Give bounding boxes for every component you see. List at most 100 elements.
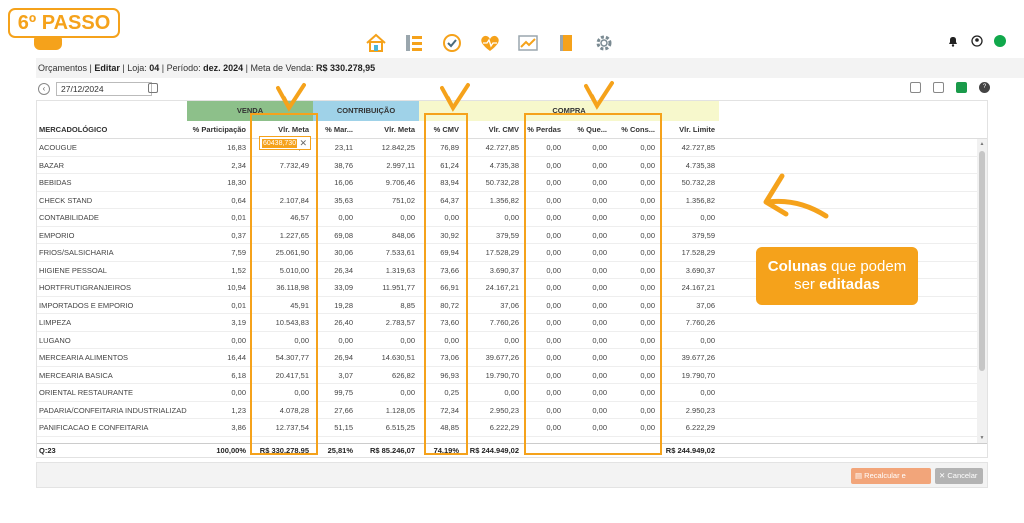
cell-vlr-meta[interactable]: 1.227,65	[250, 227, 313, 244]
cell-consumo[interactable]: 0,00	[611, 402, 659, 419]
cell-cmv[interactable]: 73,60	[419, 314, 463, 331]
cell-perdas[interactable]: 0,00	[523, 174, 565, 191]
cell-consumo[interactable]: 0,00	[611, 349, 659, 366]
check-circle-icon[interactable]	[440, 31, 464, 55]
list-icon[interactable]	[933, 82, 944, 93]
cell-quebras[interactable]: 0,00	[565, 314, 611, 331]
cell-quebras[interactable]: 0,00	[565, 227, 611, 244]
cell-quebras[interactable]: 0,00	[565, 384, 611, 401]
cancel-button[interactable]: ✕ Cancelar	[935, 468, 983, 484]
cell-vlr-meta[interactable]: 45,91	[250, 297, 313, 314]
cell-vlr-meta[interactable]	[250, 174, 313, 191]
cell-perdas[interactable]: 0,00	[523, 402, 565, 419]
cell-cmv[interactable]: 30,92	[419, 227, 463, 244]
column-header-participacao[interactable]: % Participação	[187, 121, 250, 139]
calendar-icon[interactable]	[148, 83, 158, 93]
cell-consumo[interactable]: 0,00	[611, 139, 659, 156]
date-input[interactable]: 27/12/2024	[56, 82, 152, 96]
cell-consumo[interactable]: 0,00	[611, 192, 659, 209]
cell-perdas[interactable]: 0,00	[523, 139, 565, 156]
gear-icon[interactable]	[592, 31, 616, 55]
cell-consumo[interactable]: 0,00	[611, 384, 659, 401]
cell-perdas[interactable]: 0,00	[523, 314, 565, 331]
cell-cmv[interactable]: 0,25	[419, 384, 463, 401]
recalculate-save-button[interactable]: ▤ Recalcular e Salvar	[851, 468, 931, 496]
clear-icon[interactable]: ✕	[299, 137, 307, 149]
calendar-icon[interactable]	[910, 82, 921, 93]
cell-cmv[interactable]: 76,89	[419, 139, 463, 156]
cell-perdas[interactable]: 0,00	[523, 384, 565, 401]
table-row[interactable]: PADARIA/CONFEITARIA INDUSTRIALIZADO 1,23 4…	[37, 402, 977, 419]
cell-vlr-meta[interactable]: 36.118,98	[250, 279, 313, 296]
cell-consumo[interactable]: 0,00	[611, 262, 659, 279]
cell-quebras[interactable]: 0,00	[565, 244, 611, 261]
column-header-mercadologico[interactable]: MERCADOLÓGICO	[37, 121, 187, 139]
table-row[interactable]: PANIFICACAO E CONFEITARIA 3,86 12.737,54 51…	[37, 419, 977, 437]
table-row[interactable]: EMPORIO 0,37 1.227,65 69,08 848,06 30,92 379,5…	[37, 227, 977, 244]
cell-quebras[interactable]: 0,00	[565, 174, 611, 191]
cell-perdas[interactable]: 0,00	[523, 279, 565, 296]
cell-quebras[interactable]: 0,00	[565, 209, 611, 226]
prev-date-icon[interactable]: ‹	[38, 83, 50, 95]
cell-quebras[interactable]: 0,00	[565, 332, 611, 349]
column-header-margem[interactable]: % Mar...	[313, 121, 357, 139]
scroll-up-icon[interactable]: ▲	[979, 141, 985, 147]
column-header-contrib-vlr-meta[interactable]: Vlr. Meta	[357, 121, 419, 139]
cell-perdas[interactable]: 0,00	[523, 297, 565, 314]
cell-perdas[interactable]: 0,00	[523, 244, 565, 261]
cell-perdas[interactable]: 0,00	[523, 367, 565, 384]
cell-consumo[interactable]: 0,00	[611, 209, 659, 226]
table-row[interactable]: MERCEARIA BASICA 6,18 20.417,51 3,07 626,82 9…	[37, 367, 977, 384]
user-icon[interactable]	[970, 34, 984, 48]
cell-vlr-meta[interactable]: 20.417,51	[250, 367, 313, 384]
scroll-thumb[interactable]	[979, 151, 985, 371]
cell-perdas[interactable]: 0,00	[523, 209, 565, 226]
cell-vlr-meta[interactable]: 5.010,00	[250, 262, 313, 279]
cell-quebras[interactable]: 0,00	[565, 279, 611, 296]
cell-cmv[interactable]: 73,06	[419, 349, 463, 366]
cell-quebras[interactable]: 0,00	[565, 297, 611, 314]
column-header-cmv[interactable]: % CMV	[419, 121, 463, 139]
heart-pulse-icon[interactable]	[478, 31, 502, 55]
cell-consumo[interactable]: 0,00	[611, 279, 659, 296]
cell-cmv[interactable]: 96,93	[419, 367, 463, 384]
cell-perdas[interactable]: 0,00	[523, 262, 565, 279]
column-header-consumo[interactable]: % Cons...	[611, 121, 659, 139]
cell-vlr-meta[interactable]: 0,00	[250, 332, 313, 349]
cell-perdas[interactable]: 0,00	[523, 227, 565, 244]
cell-quebras[interactable]: 0,00	[565, 419, 611, 436]
cell-quebras[interactable]: 0,00	[565, 192, 611, 209]
table-row[interactable]: CONTABILIDADE 0,01 46,57 0,00 0,00 0,00 0,00 0,…	[37, 209, 977, 227]
vertical-scrollbar[interactable]: ▲ ▼	[977, 139, 987, 443]
scroll-down-icon[interactable]: ▼	[979, 435, 985, 441]
cell-consumo[interactable]: 0,00	[611, 174, 659, 191]
cell-perdas[interactable]: 0,00	[523, 419, 565, 436]
cell-quebras[interactable]: 0,00	[565, 402, 611, 419]
cell-vlr-meta[interactable]: 4.078,28	[250, 402, 313, 419]
table-row[interactable]: ACOUGUE16,8355.570,0923,1112.842,2576,89…	[37, 139, 977, 157]
table-row[interactable]: CHECK STAND 0,64 2.107,84 35,63 751,02 64,37 1…	[37, 192, 977, 209]
chart-icon[interactable]	[516, 31, 540, 55]
cell-cmv[interactable]: 48,85	[419, 419, 463, 436]
cell-consumo[interactable]: 0,00	[611, 297, 659, 314]
column-header-vlr-cmv[interactable]: Vlr. CMV	[463, 121, 523, 139]
cell-quebras[interactable]: 0,00	[565, 262, 611, 279]
table-row[interactable]: ORIENTAL RESTAURANTE 0,00 0,00 99,75 0,00 0,2…	[37, 384, 977, 402]
cell-consumo[interactable]: 0,00	[611, 314, 659, 331]
cell-consumo[interactable]: 0,00	[611, 419, 659, 436]
cell-cmv[interactable]: 66,91	[419, 279, 463, 296]
table-row[interactable]: LIMPEZA 3,19 10.543,83 26,40 2.783,57 73,60 7.…	[37, 314, 977, 332]
cell-vlr-meta[interactable]: 46,57	[250, 209, 313, 226]
cell-consumo[interactable]: 0,00	[611, 332, 659, 349]
cell-cmv[interactable]: 83,94	[419, 174, 463, 191]
help-icon[interactable]: ?	[979, 82, 990, 93]
table-row[interactable]: MERCEARIA ALIMENTOS 16,44 54.307,77 26,94 14…	[37, 349, 977, 367]
cell-vlr-meta[interactable]: 10.543,83	[250, 314, 313, 331]
cell-vlr-meta[interactable]: 54.307,77	[250, 349, 313, 366]
cell-consumo[interactable]: 0,00	[611, 244, 659, 261]
cell-vlr-meta[interactable]: 2.107,84	[250, 192, 313, 209]
excel-icon[interactable]	[956, 82, 967, 93]
cell-cmv[interactable]: 72,34	[419, 402, 463, 419]
cell-consumo[interactable]: 0,00	[611, 227, 659, 244]
column-header-vlr-limite[interactable]: Vlr. Limite	[659, 121, 719, 139]
